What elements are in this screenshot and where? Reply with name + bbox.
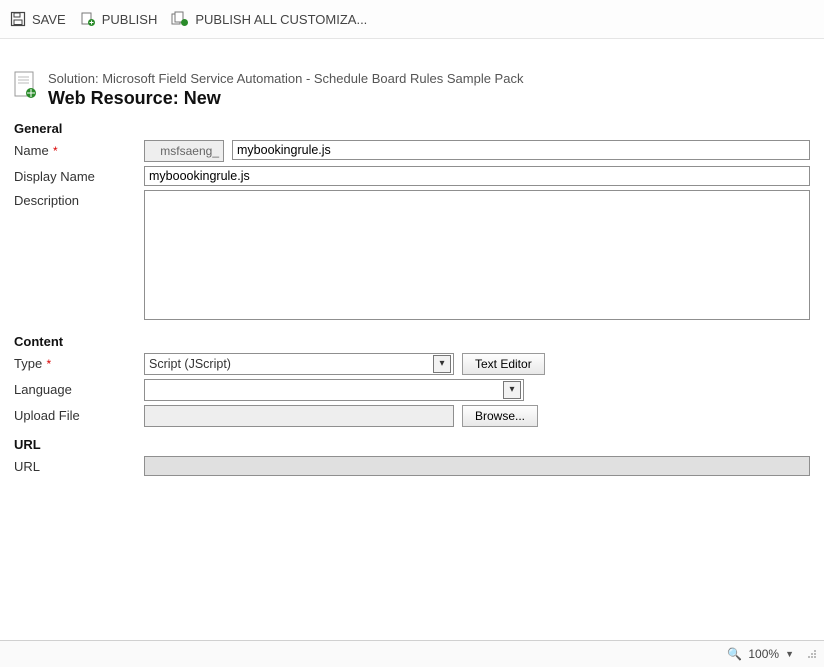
row-display-name: Display Name xyxy=(14,166,810,186)
magnifier-icon[interactable]: 🔍 xyxy=(727,647,742,661)
language-label: Language xyxy=(14,379,144,397)
publish-button[interactable]: PUBLISH xyxy=(80,11,158,27)
chevron-down-icon: ▾ xyxy=(433,355,451,373)
upload-path-box xyxy=(144,405,454,427)
row-type: Type * Script (JScript) ▾ Text Editor xyxy=(14,353,810,375)
section-content: Content xyxy=(14,334,810,349)
section-url: URL xyxy=(14,437,810,452)
toolbar: SAVE PUBLISH PUBLISH ALL CUSTOMIZA... xyxy=(0,0,824,39)
statusbar: 🔍 100% ▼ xyxy=(0,640,824,667)
row-description: Description xyxy=(14,190,810,320)
required-indicator: * xyxy=(50,144,58,158)
entity-icon xyxy=(14,71,38,102)
chevron-down-icon: ▾ xyxy=(503,381,521,399)
zoom-level[interactable]: 100% xyxy=(748,647,779,661)
publish-all-label: PUBLISH ALL CUSTOMIZA... xyxy=(195,12,367,27)
upload-label: Upload File xyxy=(14,405,144,423)
publish-label: PUBLISH xyxy=(102,12,158,27)
description-input[interactable] xyxy=(144,190,810,320)
resize-grip[interactable] xyxy=(808,650,816,658)
chevron-down-icon[interactable]: ▼ xyxy=(785,649,794,659)
publish-all-icon xyxy=(171,11,189,27)
display-name-label: Display Name xyxy=(14,166,144,184)
row-upload: Upload File Browse... xyxy=(14,405,810,427)
save-label: SAVE xyxy=(32,12,66,27)
required-indicator: * xyxy=(43,357,51,371)
name-input[interactable] xyxy=(232,140,810,160)
section-general: General xyxy=(14,121,810,136)
row-language: Language ▾ xyxy=(14,379,810,401)
browse-button[interactable]: Browse... xyxy=(462,405,538,427)
display-name-input[interactable] xyxy=(144,166,810,186)
row-url: URL xyxy=(14,456,810,476)
publish-icon xyxy=(80,11,96,27)
name-label: Name * xyxy=(14,140,144,158)
url-readonly xyxy=(144,456,810,476)
url-label: URL xyxy=(14,456,144,474)
row-name: Name * msfsaeng_ xyxy=(14,140,810,162)
description-label: Description xyxy=(14,190,144,208)
type-select[interactable]: Script (JScript) ▾ xyxy=(144,353,454,375)
type-label: Type * xyxy=(14,353,144,371)
name-prefix: msfsaeng_ xyxy=(144,140,224,162)
save-icon xyxy=(10,11,26,27)
save-button[interactable]: SAVE xyxy=(10,11,66,27)
solution-line: Solution: Microsoft Field Service Automa… xyxy=(48,71,810,86)
text-editor-button[interactable]: Text Editor xyxy=(462,353,545,375)
page-header: Solution: Microsoft Field Service Automa… xyxy=(0,39,824,115)
page-title: Web Resource: New xyxy=(48,88,810,109)
language-select[interactable]: ▾ xyxy=(144,379,524,401)
type-select-value: Script (JScript) xyxy=(149,357,231,371)
publish-all-button[interactable]: PUBLISH ALL CUSTOMIZA... xyxy=(171,11,367,27)
